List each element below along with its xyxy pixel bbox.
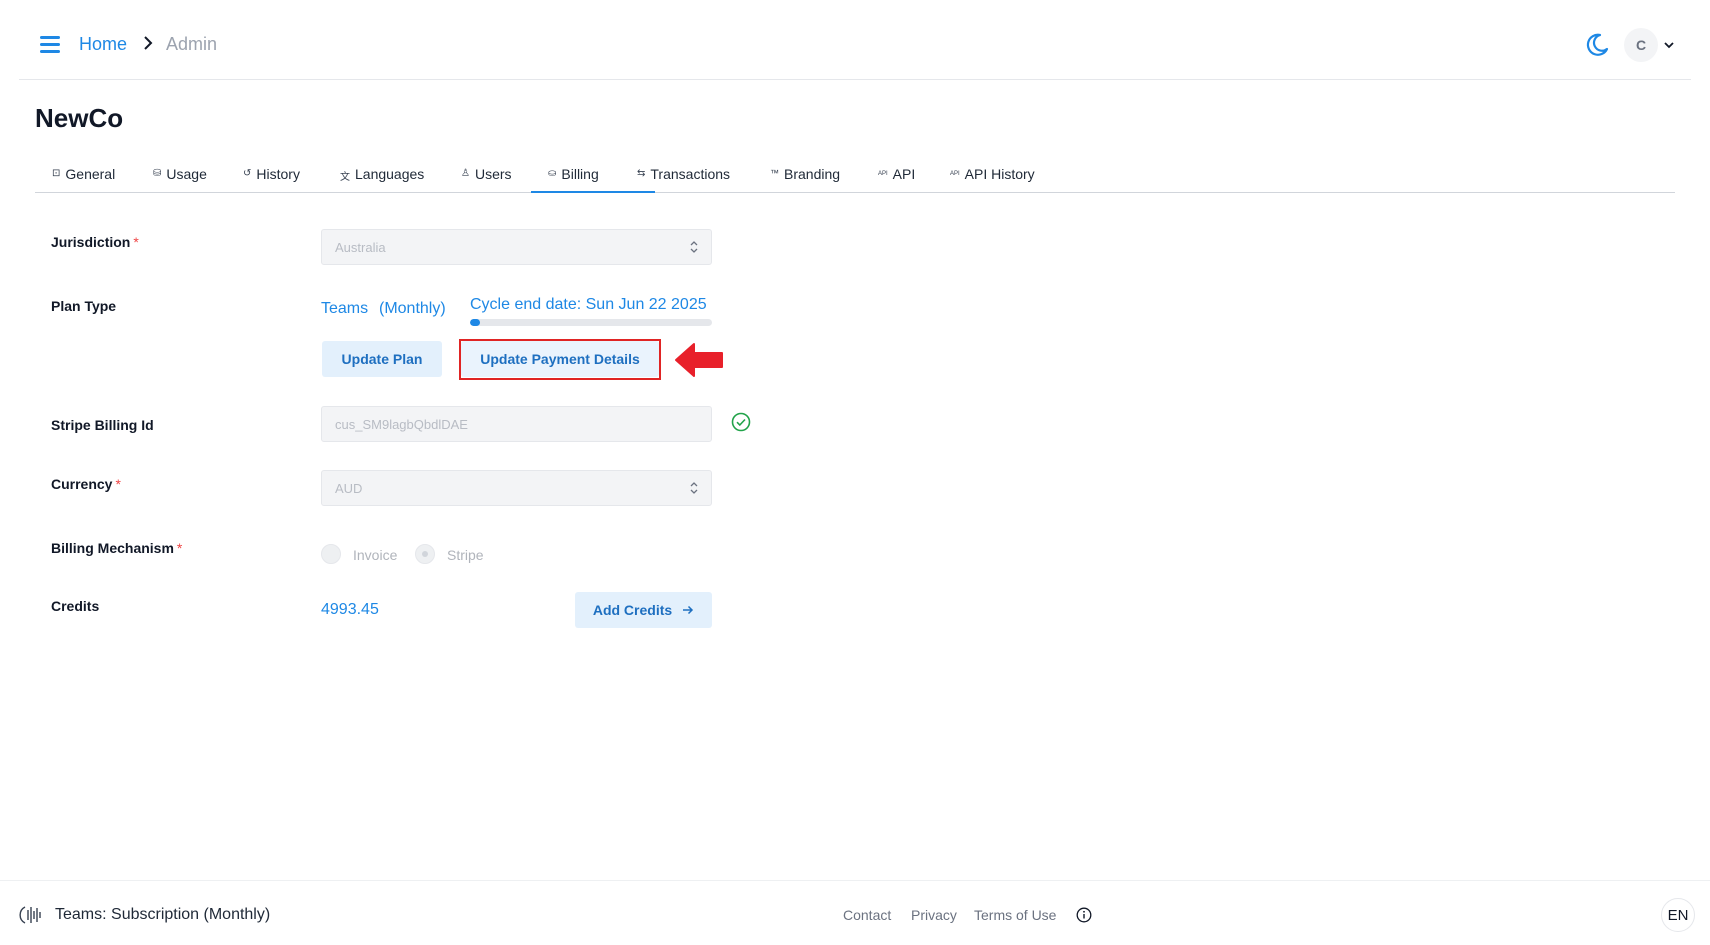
footer: Teams: Subscription (Monthly) Contact Pr… bbox=[0, 880, 1710, 945]
tab-history[interactable]: ↺ History bbox=[243, 158, 339, 193]
language-button[interactable]: EN bbox=[1661, 898, 1695, 932]
plan-name: Teams bbox=[321, 300, 369, 317]
currency-label: Currency * bbox=[51, 476, 121, 492]
arrow-left-icon bbox=[675, 343, 723, 377]
credits-label: Credits bbox=[51, 598, 100, 614]
tab-branding[interactable]: ™ Branding bbox=[770, 158, 874, 193]
currency-select[interactable]: AUD bbox=[321, 470, 712, 506]
top-bar: Home Admin C bbox=[19, 0, 1691, 80]
hamburger-menu-icon[interactable] bbox=[40, 33, 66, 55]
required-marker: * bbox=[115, 476, 121, 492]
tab-languages[interactable]: 文 Languages bbox=[340, 158, 448, 193]
required-marker: * bbox=[133, 234, 139, 250]
radio-stripe-label: Stripe bbox=[447, 547, 484, 563]
cycle-end-date: Cycle end date: Sun Jun 22 2025 bbox=[470, 296, 707, 313]
currency-label-text: Currency bbox=[51, 476, 113, 492]
tab-general[interactable]: ⊡ General bbox=[52, 158, 144, 193]
tab-label: Branding bbox=[784, 166, 841, 182]
tab-label: Billing bbox=[561, 166, 599, 182]
page-title: NewCo bbox=[35, 103, 124, 133]
required-marker: * bbox=[176, 540, 183, 556]
tab-label: API History bbox=[964, 166, 1035, 182]
jurisdiction-label: Jurisdiction * bbox=[51, 234, 139, 250]
tab-label: API bbox=[892, 166, 916, 182]
annotation-highlight-box bbox=[459, 339, 661, 380]
tab-label: General bbox=[65, 166, 116, 182]
user-icon: ♙ bbox=[461, 168, 470, 179]
privacy-link[interactable]: Privacy bbox=[911, 907, 957, 923]
jurisdiction-value: Australia bbox=[335, 240, 386, 255]
radio-invoice[interactable] bbox=[321, 544, 341, 564]
breadcrumb-home-link[interactable]: Home bbox=[79, 34, 127, 55]
radio-invoice-label: Invoice bbox=[353, 547, 398, 563]
tab-label: History bbox=[256, 166, 300, 182]
tab-label: Users bbox=[474, 166, 512, 182]
translate-icon: 文 bbox=[340, 172, 350, 183]
billing-mechanism-label: Billing Mechanism * bbox=[51, 540, 182, 556]
billing-mechanism-label-text: Billing Mechanism bbox=[51, 540, 174, 556]
jurisdiction-label-text: Jurisdiction bbox=[51, 234, 131, 250]
plan-type-label: Plan Type bbox=[51, 298, 117, 314]
logo-icon bbox=[19, 906, 41, 924]
arrow-right-icon bbox=[683, 605, 694, 615]
add-credits-button[interactable]: Add Credits bbox=[575, 592, 712, 628]
radio-stripe[interactable] bbox=[415, 544, 435, 564]
tab-api[interactable]: API API bbox=[878, 158, 942, 193]
tab-usage[interactable]: ⛁ Usage bbox=[153, 158, 239, 193]
history-icon: ↺ bbox=[243, 168, 252, 179]
stripe-billing-id-field[interactable]: cus_SM9lagbQbdlDAE bbox=[321, 406, 712, 442]
footer-plan-text: Teams: Subscription (Monthly) bbox=[55, 906, 271, 923]
tab-api-history[interactable]: API API History bbox=[950, 158, 1080, 193]
plan-period: (Monthly) bbox=[379, 300, 446, 317]
info-icon[interactable] bbox=[1076, 907, 1092, 923]
breadcrumb-current: Admin bbox=[166, 34, 218, 54]
chevron-down-icon[interactable] bbox=[1663, 39, 1675, 51]
trademark-icon: ™ bbox=[770, 168, 779, 178]
check-circle-icon bbox=[731, 412, 751, 432]
tab-label: Transactions bbox=[650, 166, 731, 182]
square-icon: ⊡ bbox=[52, 168, 61, 179]
api-icon: API bbox=[878, 171, 888, 177]
contact-link[interactable]: Contact bbox=[843, 907, 891, 923]
terms-of-use-link[interactable]: Terms of Use bbox=[974, 907, 1056, 923]
select-arrows-icon bbox=[690, 241, 698, 253]
coins-icon: ⛀ bbox=[548, 168, 557, 179]
currency-value: AUD bbox=[335, 481, 363, 496]
tab-label: Usage bbox=[166, 166, 207, 182]
credits-value: 4993.45 bbox=[321, 601, 379, 618]
stripe-billing-id-label: Stripe Billing Id bbox=[51, 417, 154, 433]
tab-bar: ⊡ General ⛁ Usage ↺ History 文 Languages … bbox=[35, 158, 1675, 193]
transfer-icon: ⇆ bbox=[637, 168, 646, 179]
tab-label: Languages bbox=[355, 166, 425, 182]
jurisdiction-select[interactable]: Australia bbox=[321, 229, 712, 265]
select-arrows-icon bbox=[690, 482, 698, 494]
chevron-right-icon bbox=[144, 36, 153, 50]
moon-icon[interactable] bbox=[1583, 31, 1611, 59]
cycle-progress-fill bbox=[470, 319, 480, 326]
user-menu[interactable]: C bbox=[1624, 28, 1684, 62]
database-icon: ⛁ bbox=[153, 168, 162, 179]
stripe-billing-id-value: cus_SM9lagbQbdlDAE bbox=[335, 417, 468, 432]
avatar[interactable]: C bbox=[1624, 28, 1658, 62]
api-history-icon: API bbox=[950, 171, 960, 177]
tab-transactions[interactable]: ⇆ Transactions bbox=[637, 158, 783, 193]
update-plan-button[interactable]: Update Plan bbox=[322, 341, 442, 377]
cycle-progress-bar bbox=[470, 319, 712, 326]
add-credits-label: Add Credits bbox=[592, 602, 673, 618]
